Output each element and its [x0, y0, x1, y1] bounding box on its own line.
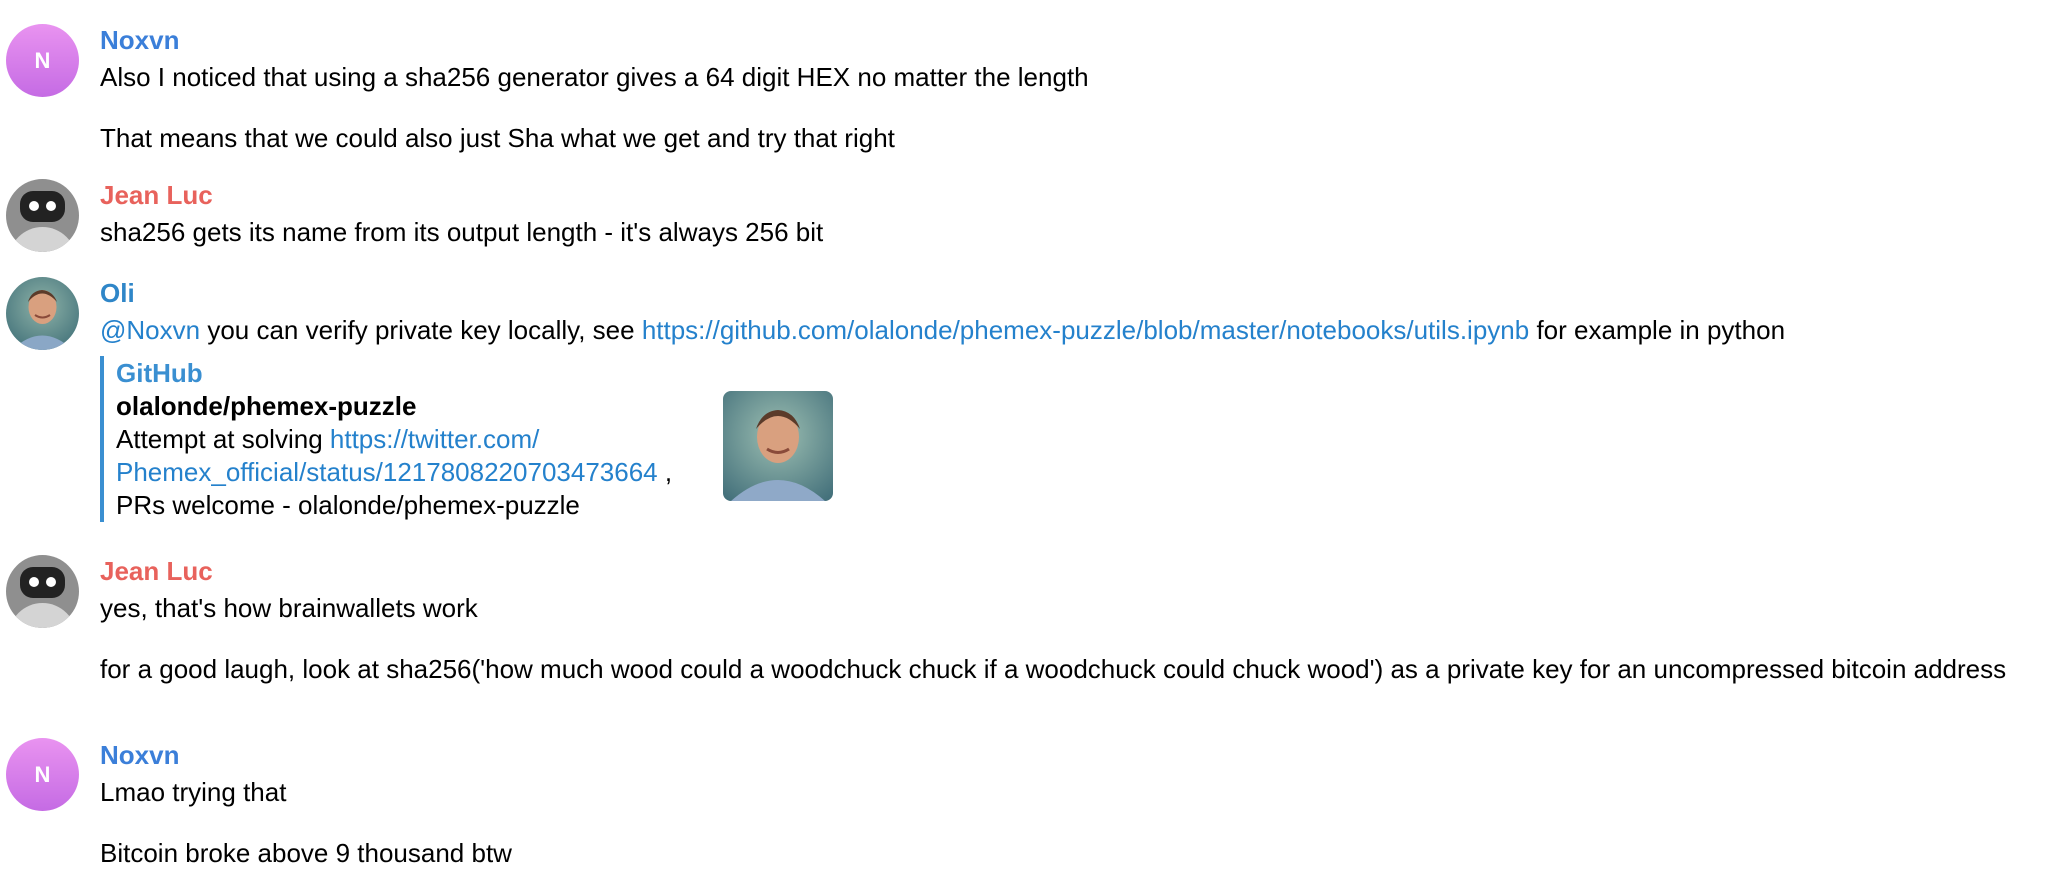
- message-text: Lmao trying that: [100, 777, 287, 807]
- sender-name-noxvn[interactable]: Noxvn: [100, 25, 179, 55]
- github-link[interactable]: https://github.com/olalonde/phemex-puzzl…: [642, 315, 1529, 345]
- avatar-noxvn[interactable]: N: [6, 738, 79, 811]
- avatar-noxvn[interactable]: N: [6, 24, 79, 97]
- avatar-jean-luc[interactable]: [6, 555, 79, 628]
- avatar-initial: N: [34, 47, 51, 73]
- preview-desc-text: ,: [657, 457, 673, 487]
- preview-thumbnail-image: [723, 391, 833, 501]
- message-text: @Noxvn you can verify private key locall…: [100, 314, 1785, 347]
- chat-history[interactable]: N Noxvn Also I noticed that using a sha2…: [0, 0, 2046, 868]
- mention-link[interactable]: @Noxvn: [100, 315, 200, 345]
- link-preview[interactable]: GitHub olalonde/phemex-puzzle Attempt at…: [100, 356, 844, 522]
- message-text-part: for example in python: [1529, 315, 1786, 345]
- preview-description: Attempt at solving https://twitter.com/ …: [116, 423, 736, 522]
- preview-desc-text: PRs welcome - olalonde/phemex-puzzle: [116, 490, 580, 520]
- sender-name-noxvn[interactable]: Noxvn: [100, 740, 179, 770]
- preview-thumbnail[interactable]: [723, 391, 833, 501]
- sender-name-jean-luc[interactable]: Jean Luc: [100, 556, 213, 586]
- sender-name-jean-luc[interactable]: Jean Luc: [100, 180, 213, 210]
- message-text: Also I noticed that using a sha256 gener…: [100, 62, 1089, 92]
- avatar-oli[interactable]: [6, 277, 79, 350]
- preview-site-name[interactable]: GitHub: [116, 356, 203, 390]
- avatar-jean-luc[interactable]: [6, 179, 79, 252]
- preview-twitter-link[interactable]: https://twitter.com/: [330, 424, 540, 454]
- message-text: That means that we could also just Sha w…: [100, 123, 895, 153]
- preview-desc-text: Attempt at solving: [116, 424, 330, 454]
- user-photo: [6, 277, 79, 350]
- message-text: sha256 gets its name from its output len…: [100, 217, 824, 247]
- message-text: yes, that's how brainwallets work: [100, 593, 478, 623]
- robot-icon: [6, 555, 79, 628]
- preview-twitter-link[interactable]: Phemex_official/status/12178082207034736…: [116, 457, 658, 487]
- message-text: for a good laugh, look at sha256('how mu…: [100, 654, 2007, 684]
- robot-icon: [6, 179, 79, 252]
- message-text-part: you can verify private key locally, see: [200, 315, 642, 345]
- avatar-initial: N: [34, 761, 51, 787]
- sender-name-oli[interactable]: Oli: [100, 278, 135, 308]
- preview-title: olalonde/phemex-puzzle: [116, 391, 417, 421]
- message-text: Bitcoin broke above 9 thousand btw: [100, 838, 512, 868]
